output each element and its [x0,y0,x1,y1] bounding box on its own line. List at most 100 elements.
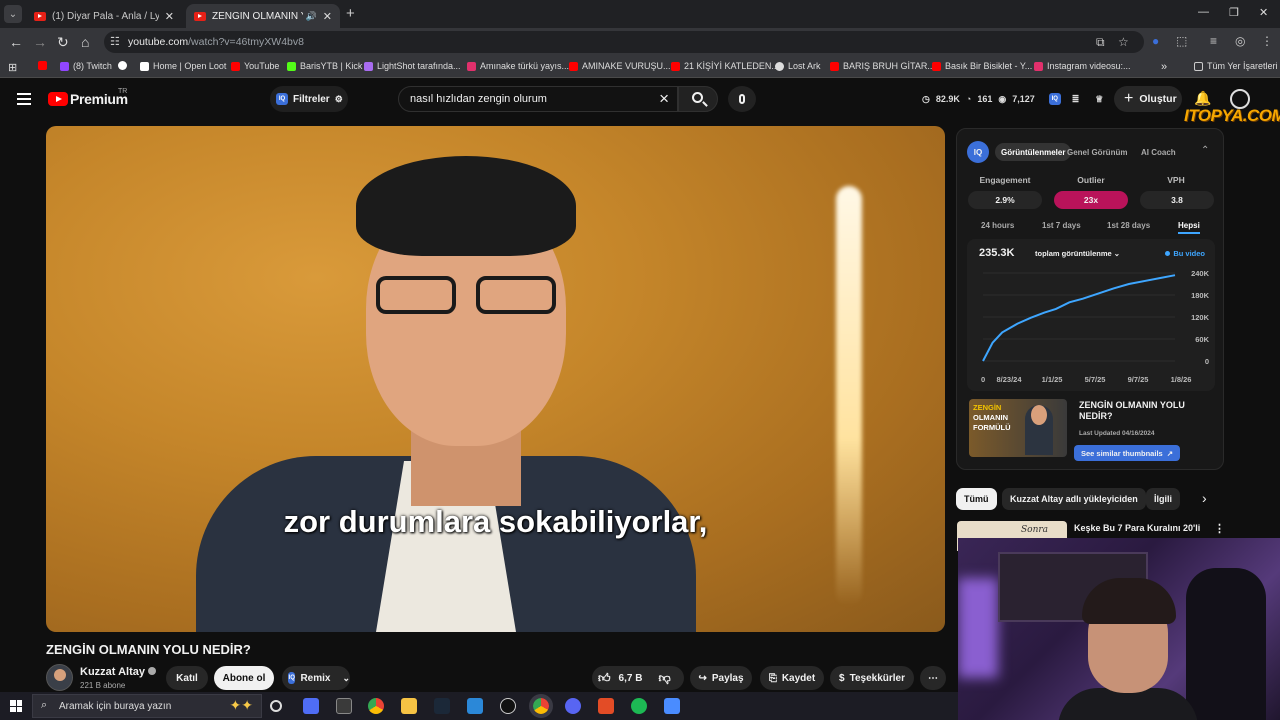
new-tab-icon[interactable]: + [346,5,355,22]
tab-search-icon[interactable]: ⌄ [4,5,22,23]
url-text[interactable]: youtube.com/watch?v=46tmyXW4bv8 [128,36,304,48]
steam-icon[interactable] [434,698,450,714]
search-button[interactable] [678,86,718,112]
windows-start-icon[interactable] [10,700,22,712]
range-24h[interactable]: 24 hours [981,221,1014,230]
collapse-chevron-icon[interactable]: ⌃ [1201,145,1209,156]
all-bookmarks-folder[interactable]: Tüm Yer İşaretleri [1194,61,1278,71]
browser-menu-icon[interactable]: ⋮ [1261,34,1273,48]
remix-button[interactable]: IQ Remix ⌄ [282,666,350,690]
discord-icon[interactable] [565,698,581,714]
bookmark-item[interactable]: Instagram videosu:... [1034,61,1131,71]
iq-logo-icon: IQ [967,141,989,163]
bookmark-item[interactable]: LightShot tarafında... [364,61,461,71]
search-value[interactable]: nasıl hızlıdan zengin olurum [410,93,547,105]
tab-overview[interactable]: Genel Görünüm [1061,143,1133,161]
bookmark-item[interactable]: BarisYTB | Kick [287,61,362,71]
bookmark-google[interactable] [118,61,131,70]
tab-ai-coach[interactable]: AI Coach [1135,143,1182,161]
calculator-icon[interactable] [336,698,352,714]
media-controls-icon[interactable]: ≡ [1210,34,1217,48]
create-button[interactable]: + Oluştur [1114,86,1182,112]
app-icon[interactable] [664,698,680,714]
app-icon[interactable] [598,698,614,714]
channel-name[interactable]: Kuzzat Altay [80,666,156,678]
share-button[interactable]: ↪ Paylaş [690,666,752,690]
clear-search-icon[interactable]: × [659,89,669,109]
bookmark-item[interactable]: YouTube [231,61,279,71]
bookmark-item[interactable]: Home | Open Loot [140,61,226,71]
minimize-icon[interactable]: — [1198,6,1209,18]
filters-button[interactable]: IQ Filtreler ⚙ [270,86,348,112]
close-window-icon[interactable]: ✕ [1259,6,1268,19]
taskbar-search[interactable]: ⌕ Aramak için buraya yazın ✦✦ [32,694,262,718]
back-icon[interactable]: ← [9,34,23,50]
voice-search-button[interactable] [728,86,756,112]
range-all[interactable]: Hepsi [1178,221,1200,234]
install-app-icon[interactable]: ⧉ [1096,35,1105,50]
extensions-puzzle-icon[interactable]: ⬚ [1176,34,1187,48]
apps-grid-icon[interactable]: ⊞ [8,61,17,74]
extension-iq-icon[interactable]: ● [1152,34,1159,48]
join-button[interactable]: Katıl [166,666,208,690]
more-bookmarks-icon[interactable]: » [1161,61,1167,73]
bookmark-item[interactable]: 21 KİŞİYİ KATLEDEN... [671,61,779,71]
file-explorer-icon[interactable] [401,698,417,714]
spotify-icon[interactable] [631,698,647,714]
home-icon[interactable]: ⌂ [81,34,89,50]
app-icon[interactable] [303,698,319,714]
search-input[interactable]: nasıl hızlıdan zengin olurum × [398,86,678,112]
app-icon[interactable] [500,698,516,714]
subscribe-button[interactable]: Abone ol [214,666,274,690]
like-count[interactable]: 6,7 B [619,673,643,684]
like-icon[interactable]: 👍︎ [598,671,611,686]
bookmark-item[interactable]: (8) Twitch [60,61,112,71]
bookmark-youtube[interactable] [38,61,51,70]
bookmark-item[interactable]: Basık Bir Bisiklet - Y... [932,61,1032,71]
profile-icon[interactable]: ◎ [1235,34,1245,48]
bookmark-item[interactable]: BARIŞ BRUH GİTAR... [830,61,935,71]
video-player[interactable]: zor durumlara sokabiliyorlar, [46,126,945,632]
thanks-button[interactable]: $ Teşekkürler [830,666,914,690]
notifications-bell-icon[interactable]: 🔔 [1194,90,1211,107]
close-tab-icon[interactable]: ✕ [323,10,332,23]
range-28d[interactable]: 1st 28 days [1107,221,1150,230]
chrome-icon[interactable] [368,698,384,714]
chevron-right-icon[interactable]: › [1202,490,1207,506]
tab-views[interactable]: Görüntülenmeler [995,143,1072,161]
range-7d[interactable]: 1st 7 days [1042,221,1081,230]
bookmark-item[interactable]: Amınake türkü yayıs... [467,61,569,71]
dislike-icon[interactable]: 👎︎ [658,671,670,686]
save-button[interactable]: ⎘ Kaydet [760,666,824,690]
chip-uploader[interactable]: Kuzzat Altay adlı yükleyiciden [1002,488,1146,510]
channel-avatar[interactable] [46,664,73,691]
related-thumbnail[interactable]: ZENGİN OLMANIN FORMÜLÜ [969,399,1067,457]
restore-icon[interactable]: ❐ [1229,6,1239,19]
task-view-icon[interactable] [270,700,282,712]
browser-tab-2[interactable]: ZENGİN OLMANIN YOLU N 🔊 ✕ [186,4,340,28]
bookmark-item[interactable]: AMINAKE VURUŞU... [569,61,671,71]
chip-all[interactable]: Tümü [956,488,997,510]
close-tab-icon[interactable]: ✕ [165,10,174,23]
more-vert-icon[interactable]: ⋮ [1214,522,1225,535]
chrome-active-icon[interactable] [529,694,553,718]
reload-icon[interactable]: ↻ [57,34,69,51]
app-icon[interactable] [467,698,483,714]
chip-related[interactable]: İlgili [1146,488,1180,510]
forward-icon[interactable]: → [33,34,47,50]
youtube-logo-icon[interactable] [48,92,68,106]
see-similar-button[interactable]: See similar thumbnails ↗ [1074,445,1180,461]
site-info-icon[interactable]: ☷ [110,35,120,48]
iq-icon[interactable]: IQ [1048,93,1061,105]
menu-icon[interactable] [17,93,31,105]
speaker-icon[interactable]: 🔊 [306,11,317,22]
trophy-icon[interactable]: ♕ [1095,94,1103,105]
bookmark-item[interactable]: Lost Ark [775,61,821,71]
list-icon[interactable]: ≣ [1072,94,1080,105]
omnibox[interactable]: ☷ youtube.com/watch?v=46tmyXW4bv8 ⧉ ☆ [104,31,1144,53]
bookmark-star-icon[interactable]: ☆ [1118,35,1129,49]
browser-tab-1[interactable]: (1) Diyar Pala - Anla / Lyrics - S ✕ [26,4,182,28]
gaming-chair [1186,568,1266,720]
more-actions-icon[interactable]: ⋯ [920,666,946,690]
recommended-title[interactable]: Keşke Bu 7 Para Kuralını 20'li [1074,523,1200,533]
